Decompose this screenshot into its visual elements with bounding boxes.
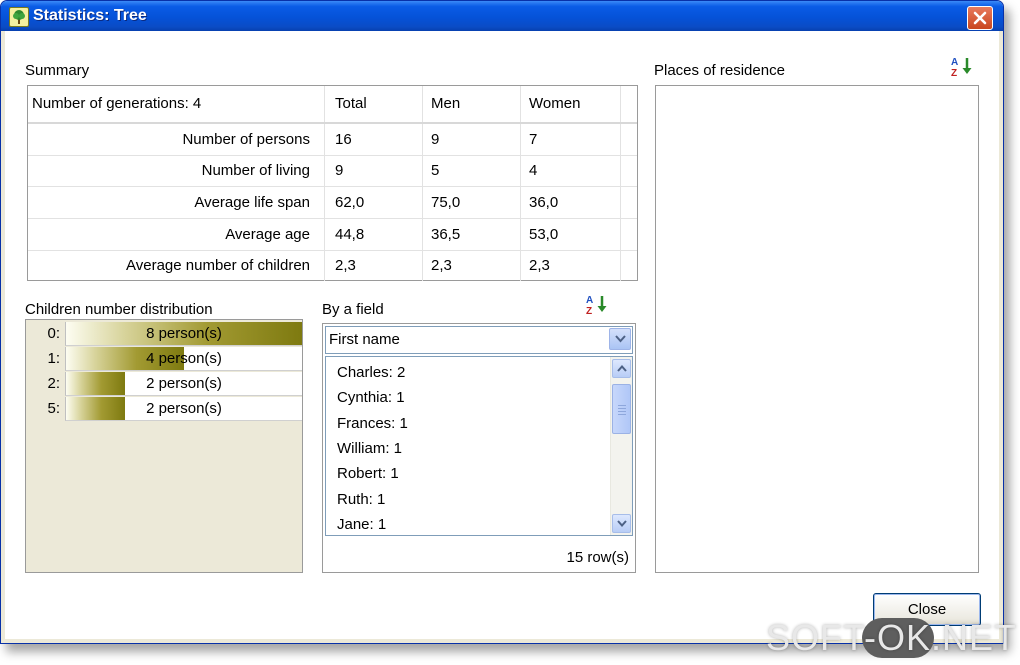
- total-cell: 44,8: [325, 219, 423, 250]
- row-count: 15 row(s): [566, 549, 629, 566]
- women-column-header[interactable]: Women: [521, 86, 621, 122]
- tree-app-icon: [9, 7, 29, 27]
- table-row: Average number of children 2,3 2,3 2,3: [28, 250, 637, 281]
- generations-header: Number of generations: 4: [28, 86, 325, 122]
- watermark-text: SOFT-OK.NET: [766, 617, 1018, 658]
- distribution-row: 0: 8 person(s): [26, 321, 302, 346]
- distribution-count-text: 8 person(s): [146, 325, 222, 342]
- field-select-dropdown-button[interactable]: [609, 328, 631, 350]
- total-cell: 62,0: [325, 187, 423, 218]
- scroll-up-button[interactable]: [612, 359, 631, 378]
- by-field-label: By a field: [322, 301, 384, 318]
- distribution-key: 1:: [47, 350, 60, 367]
- table-row: Average age 44,8 36,5 53,0: [28, 219, 637, 251]
- scroll-thumb[interactable]: [612, 384, 631, 434]
- dialog-client-area: Summary Number of generations: 4 Total M…: [5, 31, 999, 639]
- places-of-residence-label: Places of residence: [654, 62, 785, 79]
- row-label: Average age: [28, 219, 325, 250]
- list-item[interactable]: William: 1: [337, 436, 402, 461]
- title-bar[interactable]: Statistics: Tree: [1, 1, 1003, 31]
- women-cell: 2,3: [521, 250, 621, 281]
- men-column-header[interactable]: Men: [423, 86, 521, 122]
- table-row: Average life span 62,0 75,0 36,0: [28, 187, 637, 219]
- list-item[interactable]: Cynthia: 1: [337, 385, 405, 410]
- field-select[interactable]: First name: [325, 326, 633, 354]
- by-field-panel: First name Charles: 2 Cynthia: 1 Frances…: [322, 323, 636, 573]
- distribution-count-text: 4 person(s): [146, 350, 222, 367]
- list-scrollbar[interactable]: [610, 357, 632, 535]
- men-cell: 5: [423, 155, 521, 186]
- distribution-key: 5:: [47, 400, 60, 417]
- distribution-bar-track: 2 person(s): [65, 372, 302, 396]
- distribution-row: 2: 2 person(s): [26, 371, 302, 396]
- women-cell: 53,0: [521, 219, 621, 250]
- men-cell: 75,0: [423, 187, 521, 218]
- women-cell: 4: [521, 155, 621, 186]
- distribution-count-text: 2 person(s): [146, 400, 222, 417]
- row-label: Number of living: [28, 155, 325, 186]
- svg-text:A: A: [951, 57, 958, 68]
- row-label: Average life span: [28, 187, 325, 218]
- sort-az-icon[interactable]: A Z: [585, 293, 609, 317]
- places-of-residence-list[interactable]: [655, 85, 979, 573]
- row-label: Number of persons: [28, 124, 325, 155]
- close-icon: [973, 11, 987, 25]
- men-cell: 9: [423, 124, 521, 155]
- row-label: Average number of children: [28, 250, 325, 281]
- children-distribution-panel: 0: 8 person(s) 1: 4 person(s) 2: 2 perso…: [25, 319, 303, 573]
- svg-text:Z: Z: [586, 306, 592, 317]
- field-values-list[interactable]: Charles: 2 Cynthia: 1 Frances: 1 William…: [325, 356, 633, 536]
- distribution-row: 1: 4 person(s): [26, 346, 302, 371]
- list-item[interactable]: Robert: 1: [337, 461, 399, 486]
- statistics-window: Statistics: Tree Summary Number of gener…: [0, 0, 1004, 644]
- window-close-button[interactable]: [967, 6, 993, 30]
- window-title: Statistics: Tree: [33, 7, 147, 24]
- field-select-value: First name: [329, 331, 400, 348]
- watermark: SOFT-OK.NET: [766, 616, 1016, 661]
- total-cell: 16: [325, 124, 423, 155]
- list-item[interactable]: Ruth: 1: [337, 487, 385, 512]
- svg-text:Z: Z: [951, 68, 957, 79]
- chevron-down-icon: [617, 520, 627, 527]
- distribution-row: 5: 2 person(s): [26, 396, 302, 421]
- table-row: Number of persons 16 9 7: [28, 124, 637, 156]
- list-item[interactable]: Jane: 1: [337, 512, 386, 535]
- men-cell: 2,3: [423, 250, 521, 281]
- distribution-key: 2:: [47, 375, 60, 392]
- chevron-up-icon: [617, 365, 627, 372]
- children-distribution-label: Children number distribution: [25, 301, 213, 318]
- list-item[interactable]: Charles: 2: [337, 360, 405, 385]
- sort-az-icon[interactable]: A Z: [950, 55, 974, 79]
- men-cell: 36,5: [423, 219, 521, 250]
- distribution-bar-track: 2 person(s): [65, 397, 302, 421]
- women-cell: 36,0: [521, 187, 621, 218]
- summary-table: Number of generations: 4 Total Men Women…: [27, 85, 638, 281]
- table-row: Number of living 9 5 4: [28, 155, 637, 187]
- distribution-count-text: 2 person(s): [146, 375, 222, 392]
- summary-header-row: Number of generations: 4 Total Men Women: [28, 86, 637, 124]
- distribution-bar-track: 8 person(s): [65, 322, 302, 346]
- distribution-bar-track: 4 person(s): [65, 347, 302, 371]
- scroll-down-button[interactable]: [612, 514, 631, 533]
- total-cell: 2,3: [325, 250, 423, 281]
- list-item[interactable]: Frances: 1: [337, 411, 408, 436]
- women-cell: 7: [521, 124, 621, 155]
- chevron-down-icon: [615, 335, 626, 343]
- svg-text:A: A: [586, 295, 593, 306]
- total-cell: 9: [325, 155, 423, 186]
- total-column-header[interactable]: Total: [325, 86, 423, 122]
- distribution-key: 0:: [47, 325, 60, 342]
- summary-label: Summary: [25, 62, 90, 79]
